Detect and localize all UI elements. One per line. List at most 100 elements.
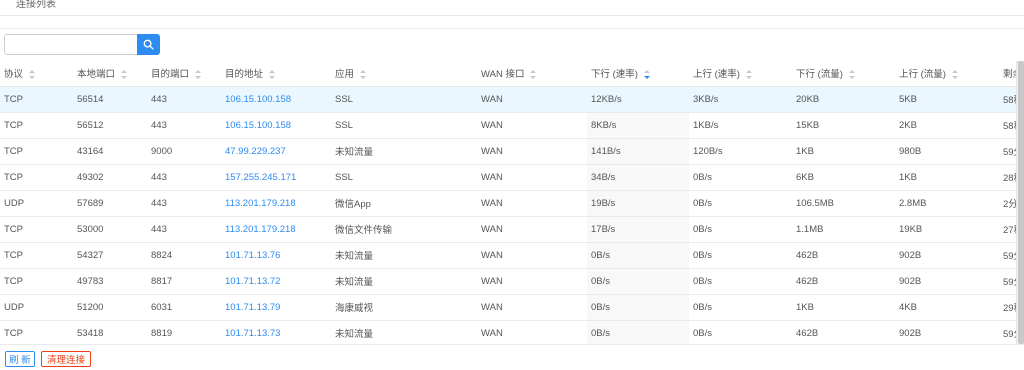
cell-down-traffic: 15KB xyxy=(796,119,820,131)
cell-wan-interface: WAN xyxy=(481,171,503,183)
cell-down-rate: 0B/s xyxy=(587,294,689,320)
column-header-label: WAN 接口 xyxy=(481,69,525,81)
cell-application: 未知流量 xyxy=(335,147,374,158)
sort-icon[interactable] xyxy=(269,70,276,80)
sort-icon[interactable] xyxy=(951,70,958,80)
cell-local-port: 53000 xyxy=(77,223,104,235)
cell-local-port: 56512 xyxy=(77,119,104,131)
sort-icon[interactable] xyxy=(29,70,36,80)
cell-wan-interface: WAN xyxy=(481,145,503,157)
cell-protocol: TCP xyxy=(4,171,23,183)
cell-protocol: TCP xyxy=(4,119,23,131)
cell-dest-address[interactable]: 113.201.179.218 xyxy=(221,190,331,216)
column-header-up-traffic[interactable]: 上行 (流量) xyxy=(895,61,999,87)
column-header-label: 应用 xyxy=(335,69,355,81)
cell-dest-address[interactable]: 113.201.179.218 xyxy=(221,216,331,242)
cell-down-rate: 17B/s xyxy=(587,216,689,242)
cell-down-rate: 12KB/s xyxy=(587,86,689,112)
cell-dest-address[interactable]: 47.99.229.237 xyxy=(221,138,331,164)
sort-icon[interactable] xyxy=(195,70,202,80)
column-header-down-rate[interactable]: 下行 (速率) xyxy=(587,61,689,87)
table-row[interactable]: TCP 49783 8817 101.71.13.72 未知流量 WAN 0B/s 0B/s 4… xyxy=(0,268,1024,294)
table-row[interactable]: TCP 54327 8824 101.71.13.76 未知流量 WAN 0B/s 0B/s 4… xyxy=(0,242,1024,268)
search-icon xyxy=(143,39,154,50)
column-header-wan-interface[interactable]: WAN 接口 xyxy=(477,61,587,87)
table-row[interactable]: TCP 53418 8819 101.71.13.73 未知流量 WAN 0B/s 0B/s 4… xyxy=(0,320,1024,344)
cell-up-traffic: 19KB xyxy=(899,223,923,235)
cell-dest-address[interactable]: 157.255.245.171 xyxy=(221,164,331,190)
table-row[interactable]: TCP 53000 443 113.201.179.218 微信文件传输 WAN 17B/s… xyxy=(0,216,1024,242)
column-header-application[interactable]: 应用 xyxy=(331,61,477,87)
sort-icon[interactable] xyxy=(121,70,128,80)
cell-down-rate: 34B/s xyxy=(587,164,689,190)
table-header-row: 协议 本地端口 目的端口 目的地址 应用 WAN 接口 下行 (速率) 上行 (速率) 下行 (… xyxy=(0,61,1024,87)
cell-up-traffic: 902B xyxy=(899,249,922,261)
cell-local-port: 43164 xyxy=(77,145,104,157)
cell-up-rate: 0B/s xyxy=(693,171,713,183)
search-button[interactable] xyxy=(137,34,160,55)
cell-dest-address[interactable]: 101.71.13.72 xyxy=(221,268,331,294)
page-title: 连接列表 xyxy=(16,0,56,10)
divider xyxy=(0,28,1024,29)
cell-dest-address[interactable]: 101.71.13.76 xyxy=(221,242,331,268)
clear-connections-button[interactable]: 清理连接 xyxy=(41,351,91,367)
column-header-protocol[interactable]: 协议 xyxy=(0,61,73,87)
cell-wan-interface: WAN xyxy=(481,275,503,287)
table-row[interactable]: TCP 43164 9000 47.99.229.237 未知流量 WAN 141B/s 12… xyxy=(0,138,1024,164)
cell-down-traffic: 1KB xyxy=(796,301,814,313)
column-header-label: 目的端口 xyxy=(151,69,190,81)
sort-icon[interactable] xyxy=(360,70,367,80)
table-row[interactable]: UDP 57689 443 113.201.179.218 微信App WAN 19B/s 0… xyxy=(0,190,1024,216)
cell-up-rate: 0B/s xyxy=(693,275,713,287)
cell-local-port: 56514 xyxy=(77,93,104,105)
column-header-down-traffic[interactable]: 下行 (流量) xyxy=(792,61,895,87)
column-header-label: 协议 xyxy=(4,69,24,81)
cell-protocol: TCP xyxy=(4,93,23,105)
cell-local-port: 49302 xyxy=(77,171,104,183)
column-header-label: 上行 (速率) xyxy=(693,69,740,81)
cell-up-traffic: 2KB xyxy=(899,119,917,131)
cell-down-traffic: 462B xyxy=(796,327,819,339)
cell-wan-interface: WAN xyxy=(481,93,503,105)
cell-dest-address[interactable]: 106.15.100.158 xyxy=(221,112,331,138)
cell-down-traffic: 6KB xyxy=(796,171,814,183)
scrollbar-thumb[interactable] xyxy=(1018,61,1024,344)
cell-dest-port: 443 xyxy=(151,171,167,183)
cell-up-rate: 0B/s xyxy=(693,223,713,235)
cell-protocol: TCP xyxy=(4,249,23,261)
cell-application: 微信App xyxy=(335,199,371,210)
cell-up-traffic: 4KB xyxy=(899,301,917,313)
sort-icon[interactable] xyxy=(530,70,537,80)
cell-down-rate: 0B/s xyxy=(587,268,689,294)
sort-icon[interactable] xyxy=(848,70,855,80)
refresh-button[interactable]: 刷 新 xyxy=(5,351,35,367)
cell-up-rate: 3KB/s xyxy=(693,93,719,105)
cell-wan-interface: WAN xyxy=(481,119,503,131)
cell-protocol: TCP xyxy=(4,327,23,339)
cell-up-traffic: 1KB xyxy=(899,171,917,183)
table-row[interactable]: TCP 49302 443 157.255.245.171 SSL WAN 34B/s 0B/… xyxy=(0,164,1024,190)
cell-down-rate: 0B/s xyxy=(587,320,689,344)
sort-icon[interactable] xyxy=(643,70,650,80)
cell-up-traffic: 980B xyxy=(899,145,922,157)
column-header-label: 下行 (流量) xyxy=(796,69,843,81)
column-header-dest-address[interactable]: 目的地址 xyxy=(221,61,331,87)
cell-up-traffic: 902B xyxy=(899,275,922,287)
table-row[interactable]: UDP 51200 6031 101.71.13.79 海康威视 WAN 0B/s 0B/s 1… xyxy=(0,294,1024,320)
cell-protocol: TCP xyxy=(4,145,23,157)
cell-down-traffic: 106.5MB xyxy=(796,197,835,209)
search-input[interactable] xyxy=(4,34,138,55)
table-row[interactable]: TCP 56512 443 106.15.100.158 SSL WAN 8KB/s 1KB/… xyxy=(0,112,1024,138)
cell-dest-port: 443 xyxy=(151,119,167,131)
sort-icon[interactable] xyxy=(745,70,752,80)
table-row[interactable]: TCP 56514 443 106.15.100.158 SSL WAN 12KB/s 3KB… xyxy=(0,86,1024,112)
cell-up-rate: 1KB/s xyxy=(693,119,719,131)
column-header-local-port[interactable]: 本地端口 xyxy=(73,61,147,87)
cell-dest-address[interactable]: 106.15.100.158 xyxy=(221,86,331,112)
cell-dest-address[interactable]: 101.71.13.73 xyxy=(221,320,331,344)
vertical-scrollbar[interactable] xyxy=(1016,61,1024,344)
column-header-up-rate[interactable]: 上行 (速率) xyxy=(689,61,792,87)
cell-up-rate: 0B/s xyxy=(693,197,713,209)
cell-dest-address[interactable]: 101.71.13.79 xyxy=(221,294,331,320)
column-header-dest-port[interactable]: 目的端口 xyxy=(147,61,221,87)
